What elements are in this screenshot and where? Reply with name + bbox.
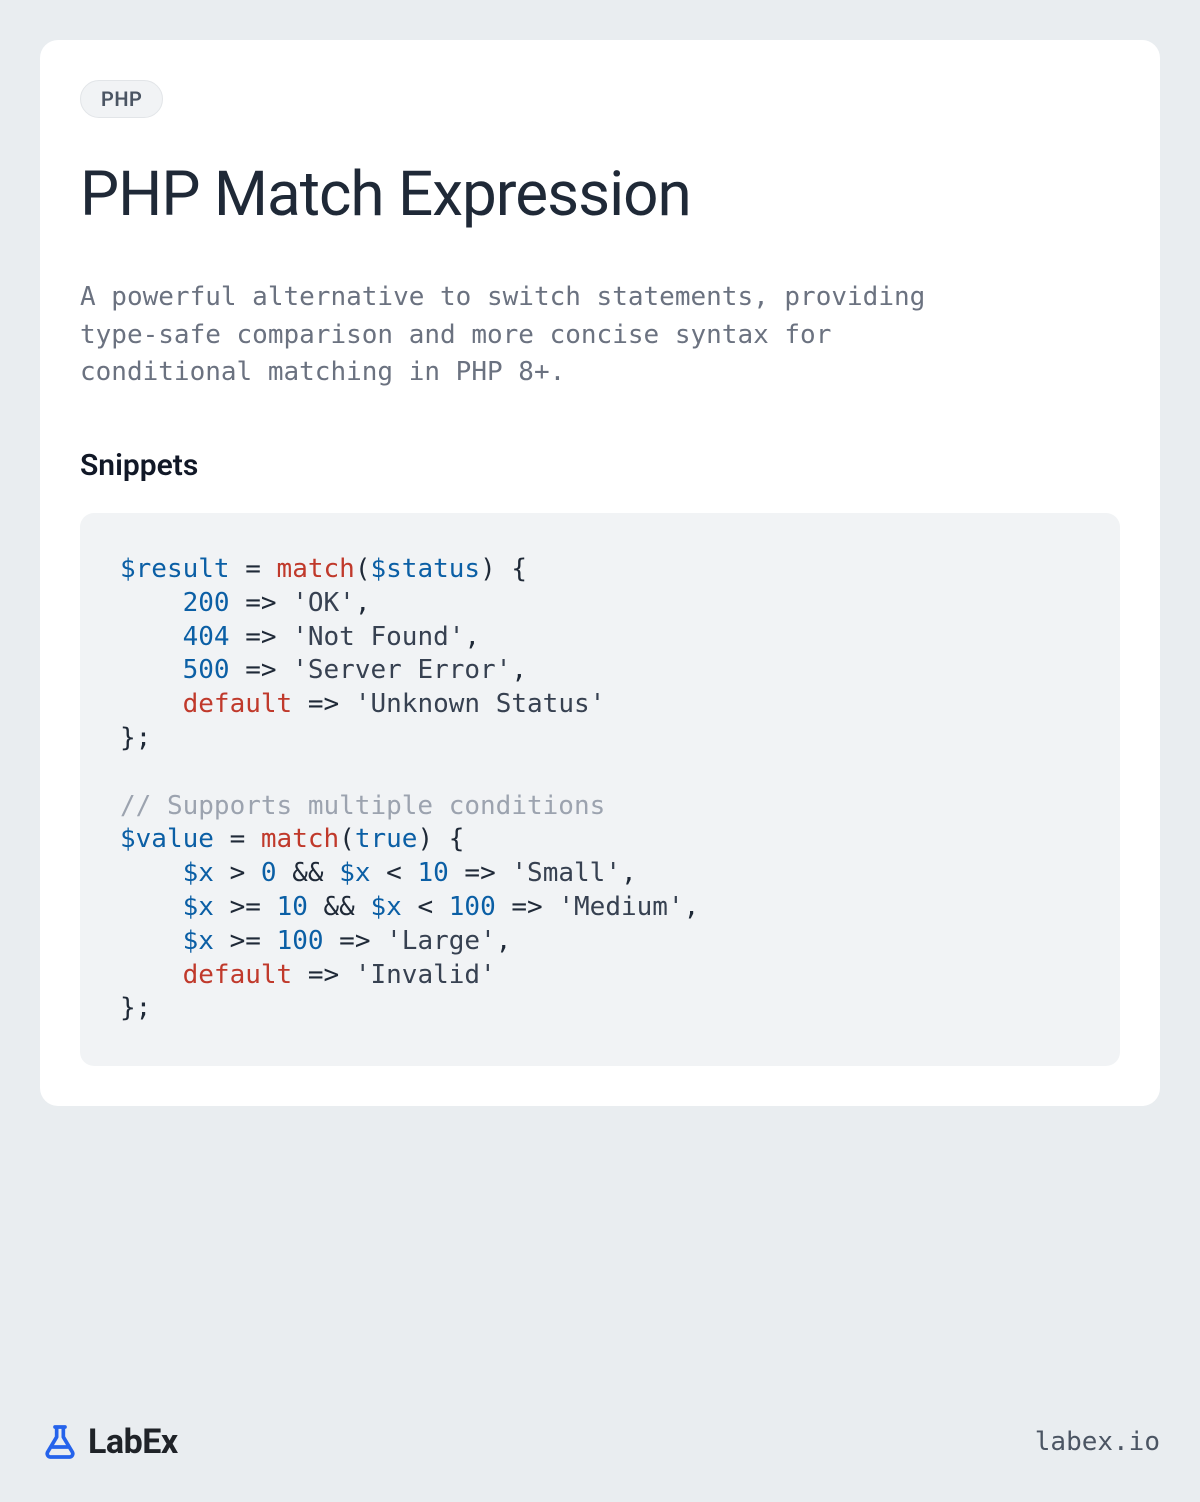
brand: LabEx: [40, 1422, 178, 1462]
code-token: <: [402, 892, 449, 922]
code-token: true: [355, 824, 418, 854]
code-token: [120, 588, 183, 618]
code-token: &&: [308, 892, 371, 922]
code-token: $x: [183, 926, 214, 956]
code-token: ,: [511, 655, 527, 685]
site-url: labex.io: [1035, 1427, 1160, 1457]
code-token: 200: [183, 588, 230, 618]
code-token: // Supports multiple conditions: [120, 791, 605, 821]
code-token: ) {: [480, 554, 527, 584]
code-token: default: [183, 960, 293, 990]
code-snippet: $result = match($status) { 200 => 'OK', …: [80, 513, 1120, 1066]
code-token: 'Small': [511, 858, 621, 888]
content-card: PHP PHP Match Expression A powerful alte…: [40, 40, 1160, 1106]
code-token: =>: [230, 655, 293, 685]
code-token: [120, 689, 183, 719]
code-token: 'Unknown Status': [355, 689, 605, 719]
code-token: default: [183, 689, 293, 719]
code-token: 'Invalid': [355, 960, 496, 990]
code-token: $x: [183, 892, 214, 922]
code-token: match: [277, 554, 355, 584]
code-token: =>: [324, 926, 387, 956]
code-token: 'Server Error': [292, 655, 511, 685]
code-token: [120, 858, 183, 888]
code-token: ,: [621, 858, 637, 888]
code-token: ) {: [417, 824, 464, 854]
code-token: ,: [464, 622, 480, 652]
code-token: [120, 757, 136, 787]
code-token: 'Not Found': [292, 622, 464, 652]
code-token: >: [214, 858, 261, 888]
flask-icon: [40, 1422, 80, 1462]
page-description: A powerful alternative to switch stateme…: [80, 279, 980, 392]
code-token: };: [120, 993, 151, 1023]
code-token: 0: [261, 858, 277, 888]
brand-name: LabEx: [88, 1422, 178, 1462]
code-token: =>: [292, 689, 355, 719]
code-token: $x: [339, 858, 370, 888]
code-token: (: [355, 554, 371, 584]
code-token: =>: [230, 588, 293, 618]
code-token: &&: [277, 858, 340, 888]
code-token: 'OK': [292, 588, 355, 618]
code-token: >=: [214, 892, 277, 922]
code-token: $result: [120, 554, 230, 584]
code-token: 'Medium': [558, 892, 683, 922]
code-token: =>: [449, 858, 512, 888]
code-token: =>: [292, 960, 355, 990]
code-token: match: [261, 824, 339, 854]
code-token: ,: [355, 588, 371, 618]
code-token: $x: [183, 858, 214, 888]
code-token: 'Large': [386, 926, 496, 956]
code-token: [120, 926, 183, 956]
code-token: $x: [371, 892, 402, 922]
code-token: <: [371, 858, 418, 888]
language-badge: PHP: [80, 80, 163, 118]
code-token: (: [339, 824, 355, 854]
code-token: $value: [120, 824, 214, 854]
code-token: ,: [496, 926, 512, 956]
code-token: 100: [277, 926, 324, 956]
code-token: 10: [277, 892, 308, 922]
code-token: =>: [496, 892, 559, 922]
code-token: [120, 622, 183, 652]
code-token: 404: [183, 622, 230, 652]
code-token: 100: [449, 892, 496, 922]
code-token: >=: [214, 926, 277, 956]
code-token: 10: [417, 858, 448, 888]
code-token: $status: [370, 554, 480, 584]
page-title: PHP Match Expression: [80, 158, 1120, 231]
code-token: };: [120, 723, 151, 753]
code-token: [120, 960, 183, 990]
code-token: [120, 655, 183, 685]
snippets-heading: Snippets: [80, 448, 1120, 483]
footer: LabEx labex.io: [40, 1422, 1160, 1462]
code-token: ,: [684, 892, 700, 922]
code-token: =: [214, 824, 261, 854]
code-token: [120, 892, 183, 922]
code-token: 500: [183, 655, 230, 685]
code-token: =: [230, 554, 277, 584]
code-token: =>: [230, 622, 293, 652]
